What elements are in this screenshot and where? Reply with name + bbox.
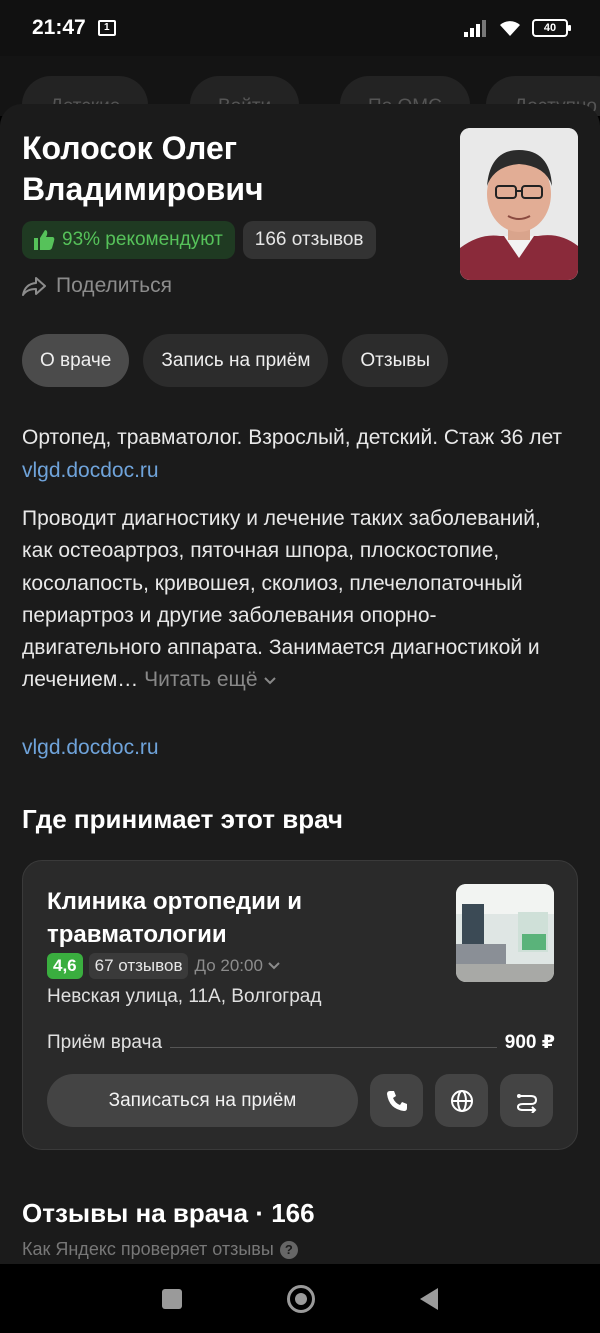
recent-apps-icon[interactable] [162, 1288, 183, 1309]
clinic-name[interactable]: Клиника ортопедии и травматологии [47, 885, 427, 951]
clinic-photo[interactable] [456, 884, 554, 982]
clinic-reviews-count[interactable]: 67 отзывов [88, 953, 189, 979]
home-icon[interactable] [286, 1284, 315, 1313]
book-appointment-button[interactable]: Записаться на приём [47, 1074, 358, 1127]
clinic-card[interactable]: Клиника ортопедии и травматологии 4,6 67… [22, 860, 578, 1150]
service-name: Приём врача [47, 1031, 163, 1053]
route-icon [516, 1093, 537, 1113]
read-more-label: Читать ещё [144, 668, 258, 692]
chevron-down-icon [264, 677, 277, 685]
doctor-description: Проводит диагностику и лечение таких заб… [22, 503, 570, 697]
price-leader-line [170, 1047, 497, 1048]
thumbs-up-icon [34, 230, 55, 250]
share-label: Поделиться [56, 274, 172, 297]
price-row: Приём врача 900 ₽ [47, 1031, 555, 1054]
tab-appointment[interactable]: Запись на приём [143, 334, 329, 387]
website-button[interactable] [435, 1074, 488, 1127]
signal-icon [464, 20, 486, 37]
reviews-verification-link[interactable]: Как Яндекс проверяет отзывы ? [22, 1239, 298, 1260]
tab-about[interactable]: О враче [22, 334, 130, 387]
doctor-name: Колосок Олег Владимирович [22, 130, 264, 207]
recommend-text: 93% рекомендуют [62, 229, 223, 250]
doctor-summary: Ортопед, травматолог. Взрослый, детский.… [22, 422, 570, 487]
battery-icon: 40 [532, 19, 571, 37]
summary-text: Ортопед, травматолог. Взрослый, детский.… [22, 426, 563, 449]
status-bar: 21:47 1 40 [0, 0, 600, 56]
description-source-link[interactable]: vlgd.docdoc.ru [22, 736, 159, 760]
sim-icon: 1 [97, 20, 116, 36]
where-section-title: Где принимает этот врач [22, 804, 343, 834]
status-time: 21:47 [32, 16, 86, 39]
system-nav-bar [0, 1264, 600, 1333]
verification-label: Как Яндекс проверяет отзывы [22, 1239, 274, 1259]
help-icon: ? [279, 1240, 298, 1259]
reviews-section-title: Отзывы на врача · 166 [22, 1198, 315, 1228]
phone-icon [386, 1090, 407, 1111]
doctor-sheet: Колосок Олег Владимирович 93% рекомендую… [0, 104, 600, 1264]
section-tabs: О враче Запись на приём Отзывы [22, 334, 449, 387]
route-button[interactable] [500, 1074, 553, 1127]
call-button[interactable] [370, 1074, 423, 1127]
doctor-photo[interactable] [460, 128, 578, 280]
tab-reviews[interactable]: Отзывы [342, 334, 449, 387]
clinic-address: Невская улица, 11А, Волгоград [47, 986, 322, 1007]
description-text: Проводит диагностику и лечение таких заб… [22, 507, 541, 692]
summary-source-link[interactable]: vlgd.docdoc.ru [22, 459, 159, 482]
back-icon[interactable] [419, 1287, 438, 1310]
clinic-hours[interactable]: До 20:00 [194, 956, 280, 976]
service-price: 900 ₽ [504, 1032, 555, 1053]
hours-text: До 20:00 [194, 956, 263, 975]
globe-icon [450, 1089, 473, 1112]
share-button[interactable]: Поделиться [22, 274, 172, 298]
recommend-badge: 93% рекомендуют [22, 221, 235, 259]
read-more-link[interactable]: Читать ещё [144, 668, 277, 691]
wifi-icon [500, 21, 520, 36]
chevron-down-icon [268, 962, 280, 970]
clinic-rating: 4,6 [47, 953, 83, 979]
reviews-count-badge[interactable]: 166 отзывов [242, 221, 376, 259]
share-icon [22, 277, 46, 296]
